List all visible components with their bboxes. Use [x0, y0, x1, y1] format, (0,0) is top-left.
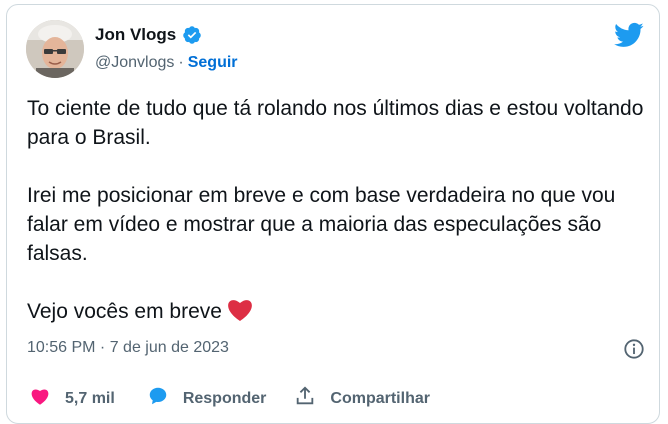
like-button[interactable]: 5,7 mil: [29, 385, 115, 412]
tweet-timestamp[interactable]: 10:56 PM · 7 de jun de 2023: [27, 339, 229, 357]
share-upload-icon: [294, 385, 316, 412]
follow-button[interactable]: Seguir: [188, 54, 238, 72]
heart-icon: [29, 385, 51, 412]
author-handle-row: @Jonvlogs · Seguir: [95, 54, 238, 72]
reply-button[interactable]: Responder: [147, 385, 267, 412]
tweet-paragraph-last: Vejo vocês em breve: [27, 297, 647, 326]
tweet-text: To ciente de tudo que tá rolando nos últ…: [27, 94, 647, 326]
author-name[interactable]: Jon Vlogs: [95, 25, 176, 45]
reply-bubble-icon: [147, 385, 169, 412]
red-heart-emoji-icon: [226, 297, 254, 322]
tweet-card: Jon Vlogs @Jonvlogs · Seguir To ciente d…: [6, 4, 660, 424]
separator-dot: ·: [178, 54, 184, 71]
tweet-actions: 5,7 mil Responder Compartilhar: [29, 385, 430, 412]
tweet-paragraph: To ciente de tudo que tá rolando nos últ…: [27, 97, 644, 149]
avatar[interactable]: [26, 20, 84, 78]
author-name-row: Jon Vlogs: [95, 25, 202, 45]
reply-label: Responder: [182, 389, 267, 407]
tweet-paragraph: Irei me posicionar em breve e com base v…: [27, 184, 616, 265]
like-count: 5,7 mil: [65, 389, 115, 407]
author-handle[interactable]: @Jonvlogs: [95, 54, 174, 72]
share-button[interactable]: Compartilhar: [294, 385, 430, 412]
verified-badge-icon: [182, 25, 202, 45]
twitter-bird-icon[interactable]: [614, 22, 644, 48]
info-icon[interactable]: [623, 338, 645, 360]
share-label: Compartilhar: [330, 389, 430, 407]
tweet-paragraph: Vejo vocês em breve: [27, 300, 222, 323]
